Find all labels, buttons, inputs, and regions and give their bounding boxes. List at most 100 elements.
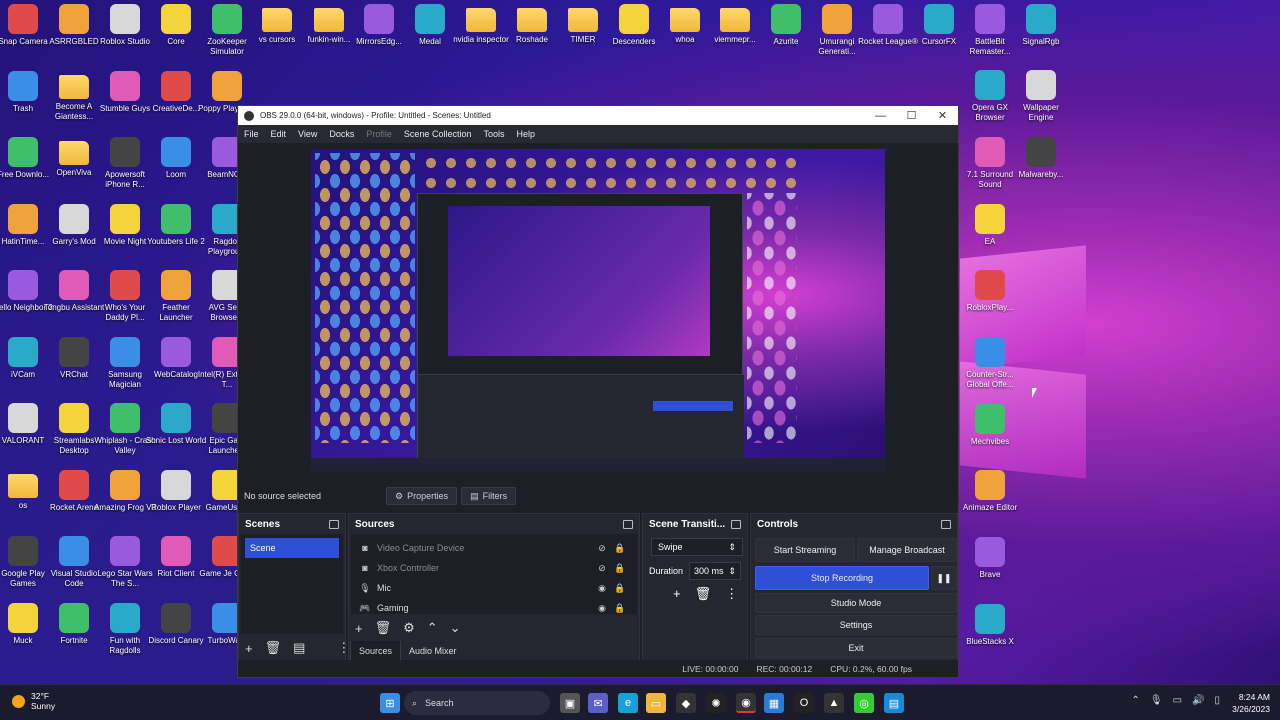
app-icon	[975, 604, 1005, 634]
chat-icon[interactable]: ✉	[588, 693, 608, 713]
desktop-icon[interactable]: Wallpaper Engine	[1010, 66, 1072, 130]
transition-select[interactable]: Swipe ⇕	[651, 538, 743, 556]
lock-icon[interactable]: 🔒	[611, 583, 629, 594]
gear-icon[interactable]: ⚙	[403, 620, 415, 636]
add-icon[interactable]: +	[673, 586, 681, 602]
preview-area[interactable]	[238, 143, 958, 481]
desktop-icon[interactable]: Animaze Editor	[959, 466, 1021, 530]
obs-icon[interactable]: ◉	[736, 693, 756, 713]
app-icon	[8, 203, 38, 234]
clock[interactable]: 8:24 AM 3/26/2023	[1232, 691, 1270, 715]
settings-button[interactable]: Settings	[755, 615, 957, 635]
properties-button[interactable]: ⚙ Properties	[386, 487, 458, 505]
gamepad-icon: 🎮	[359, 602, 371, 613]
filters-button[interactable]: ▤ Filters	[461, 487, 517, 505]
weather-widget[interactable]: 32°F Sunny	[12, 691, 55, 711]
roblox-icon[interactable]: ◆	[676, 693, 696, 713]
chrome-icon[interactable]: ◎	[854, 693, 874, 713]
task-view-icon[interactable]: ▣	[560, 693, 580, 713]
trash-icon[interactable]: 🗑	[265, 640, 282, 656]
menu-profile[interactable]: Profile	[366, 129, 392, 139]
source-row[interactable]: ◙ Xbox Controller ⊘ 🔒	[351, 558, 637, 578]
menu-docks[interactable]: Docks	[329, 129, 354, 139]
desktop-icon[interactable]: SignalRgb	[1010, 0, 1072, 64]
eye-icon[interactable]: ◉	[593, 603, 611, 614]
menu-view[interactable]: View	[298, 129, 317, 139]
edge-icon[interactable]: e	[618, 693, 638, 713]
menu-file[interactable]: File	[244, 129, 259, 139]
preview-canvas	[311, 149, 885, 472]
desktop-icon-label: Animaze Editor	[962, 503, 1018, 512]
desktop-icon[interactable]: Mechvibes	[959, 400, 1021, 464]
opera-icon[interactable]: O	[794, 693, 814, 713]
source-row[interactable]: 🎙 Mic ◉ 🔒	[351, 578, 637, 598]
undock-icon[interactable]	[329, 519, 339, 529]
eye-icon[interactable]: ◉	[593, 583, 611, 594]
app-icon	[59, 469, 89, 500]
dock-area: Scenes Scene + 🗑 ▤ ⋮ Sources ◙ Video Cap…	[238, 513, 958, 663]
start-streaming-button[interactable]: Start Streaming	[755, 538, 855, 562]
trash-icon[interactable]: 🗑	[375, 620, 392, 636]
menu-help[interactable]: Help	[516, 129, 535, 139]
undock-icon[interactable]	[623, 519, 633, 529]
chevron-up-icon[interactable]: ⌃	[1131, 695, 1139, 706]
more-icon[interactable]: ⋮	[725, 586, 738, 602]
add-icon[interactable]: +	[245, 641, 253, 656]
scene-item[interactable]: Scene	[245, 538, 339, 558]
menu-tools[interactable]: Tools	[483, 129, 504, 139]
package-icon[interactable]: ▲	[824, 693, 844, 713]
desktop-icon[interactable]: BlueStacks X	[959, 600, 1021, 664]
app-icon	[924, 4, 954, 34]
add-icon[interactable]: +	[355, 621, 363, 636]
undock-icon[interactable]	[731, 519, 741, 529]
lock-icon[interactable]: 🔒	[611, 563, 629, 574]
app-icon[interactable]: ✺	[706, 693, 726, 713]
close-icon[interactable]: ✕	[927, 106, 958, 125]
file-explorer-icon[interactable]: ▭	[646, 693, 666, 713]
battery-icon[interactable]: ▯	[1214, 695, 1220, 706]
minimize-icon[interactable]: —	[865, 106, 896, 125]
store-icon[interactable]: ▦	[764, 693, 784, 713]
obs-titlebar[interactable]: OBS 29.0.0 (64-bit, windows) - Profile: …	[238, 106, 958, 125]
folder-icon	[466, 8, 496, 32]
move-down-icon[interactable]: ⌄	[450, 620, 461, 636]
menu-edit[interactable]: Edit	[271, 129, 287, 139]
desktop-icon[interactable]: Brave	[959, 533, 1021, 597]
tab-sources[interactable]: Sources	[350, 641, 402, 661]
source-row[interactable]: ◙ Video Capture Device ⊘ 🔒	[351, 538, 637, 558]
start-icon[interactable]: ⊞	[380, 693, 400, 713]
mic-icon[interactable]: 🎙	[1150, 695, 1163, 706]
maximize-icon[interactable]: ☐	[896, 106, 927, 125]
app-icon[interactable]: ▤	[884, 693, 904, 713]
lock-icon[interactable]: 🔒	[611, 603, 629, 614]
app-icon	[110, 70, 140, 101]
app-icon	[975, 537, 1005, 567]
search-box[interactable]: ⌕ Search	[404, 691, 550, 715]
pause-recording-button[interactable]: ❚❚	[931, 566, 957, 590]
app-icon	[8, 336, 38, 367]
tab-audio-mixer[interactable]: Audio Mixer	[401, 641, 465, 661]
exit-button[interactable]: Exit	[755, 638, 957, 658]
manage-broadcast-button[interactable]: Manage Broadcast	[857, 538, 957, 562]
eye-hidden-icon[interactable]: ⊘	[593, 543, 611, 554]
app-icon	[161, 403, 191, 433]
stop-recording-button[interactable]: Stop Recording	[755, 566, 929, 590]
filter-icon[interactable]: ▤	[293, 640, 305, 656]
desktop-icon[interactable]: Malwareby...	[1010, 133, 1072, 197]
network-icon[interactable]: ▭	[1173, 695, 1182, 706]
move-up-icon[interactable]: ⌃	[427, 620, 438, 636]
app-icon	[110, 270, 140, 300]
eye-hidden-icon[interactable]: ⊘	[593, 563, 611, 574]
gear-icon: ⚙	[395, 490, 404, 501]
trash-icon[interactable]: 🗑	[695, 586, 712, 602]
studio-mode-button[interactable]: Studio Mode	[755, 593, 957, 613]
lock-icon[interactable]: 🔒	[611, 543, 629, 554]
desktop-icon[interactable]: RobloxPlay...	[959, 266, 1021, 330]
stepper-icon[interactable]: ⇕	[728, 566, 736, 577]
volume-icon[interactable]: 🔊	[1192, 695, 1204, 706]
desktop-icon[interactable]: Counter-Str... Global Offe...	[959, 333, 1021, 397]
desktop-icon[interactable]: EA	[959, 200, 1021, 264]
duration-input[interactable]: 300 ms ⇕	[689, 562, 742, 580]
menu-scene-collection[interactable]: Scene Collection	[404, 129, 472, 139]
undock-icon[interactable]	[941, 519, 951, 529]
